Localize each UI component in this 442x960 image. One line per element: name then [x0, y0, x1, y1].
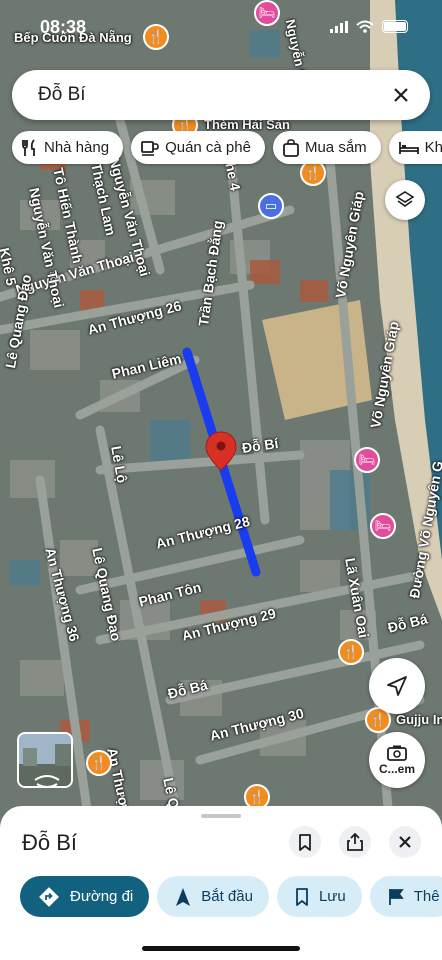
bookmark-icon [299, 833, 311, 851]
chip-label: Quán cà phê [165, 139, 251, 156]
directions-label: Đường đi [70, 888, 134, 905]
chip-cafes[interactable]: Quán cà phê [131, 131, 265, 164]
shopping-bag-icon [283, 138, 299, 157]
share-icon [347, 833, 363, 851]
share-button[interactable] [339, 826, 371, 858]
battery-icon [382, 20, 408, 33]
street-view-image [19, 734, 71, 786]
camera-icon [387, 745, 407, 761]
hotel-icon[interactable]: 🛏 [370, 513, 396, 539]
hotel-icon[interactable]: 🛏 [354, 447, 380, 473]
save-place-button[interactable] [289, 826, 321, 858]
restaurant-icon[interactable]: 🍴 [338, 639, 364, 665]
chip-label: Kh [424, 139, 442, 156]
camera-label: C...em [378, 761, 415, 776]
layers-button[interactable] [385, 180, 425, 220]
coffee-icon [141, 140, 159, 156]
search-bar[interactable]: Đỗ Bí [12, 70, 430, 120]
satellite-map[interactable]: Trần Bạch Đằng Võ Nguyên Giáp Võ Nguyên … [0, 0, 442, 830]
chip-label: Nhà hàng [44, 139, 110, 156]
cellular-signal-icon [330, 20, 348, 33]
chip-hotels[interactable]: Kh [388, 131, 442, 164]
label-label: Thê [413, 888, 440, 905]
status-bar: 08:38 [0, 0, 442, 56]
place-sheet[interactable]: Đỗ Bí Đường đi Bắt đầu Lưu Thê [0, 806, 442, 960]
start-button[interactable]: Bắt đầu [157, 876, 269, 917]
camera-button[interactable]: C...em [369, 732, 425, 788]
navigation-arrow-icon [387, 676, 407, 696]
restaurant-icon[interactable]: 🍴 [86, 750, 112, 776]
chip-restaurants[interactable]: Nhà hàng [12, 131, 124, 164]
bus-stop-icon[interactable]: ▭ [258, 193, 284, 219]
category-chips: Nhà hàng Quán cà phê Mua sắm Kh [12, 131, 442, 164]
wifi-icon [356, 20, 374, 33]
action-buttons: Đường đi Bắt đầu Lưu Thê [20, 876, 442, 917]
directions-icon [39, 886, 59, 907]
flag-icon [388, 888, 404, 905]
save-label: Lưu [318, 888, 346, 905]
my-location-button[interactable] [369, 658, 425, 714]
chip-label: Mua sắm [304, 139, 367, 156]
fork-knife-icon [22, 138, 35, 156]
close-sheet-button[interactable] [389, 826, 421, 858]
bed-icon [398, 141, 419, 154]
search-input[interactable]: Đỗ Bí [38, 84, 390, 106]
clock: 08:38 [40, 17, 87, 37]
label-button[interactable]: Thê [369, 876, 442, 917]
status-icons [330, 20, 408, 33]
home-indicator [142, 946, 300, 951]
bookmark-icon [296, 887, 308, 906]
sheet-drag-handle[interactable] [201, 814, 241, 818]
street-view-thumbnail[interactable] [17, 732, 73, 788]
directions-button[interactable]: Đường đi [20, 876, 150, 917]
poi-label[interactable]: Gujju In [396, 712, 442, 727]
chip-shopping[interactable]: Mua sắm [272, 131, 381, 164]
start-label: Bắt đầu [201, 888, 253, 905]
close-icon [399, 836, 411, 848]
place-title: Đỗ Bí [22, 830, 78, 855]
layers-icon [395, 191, 415, 207]
save-button[interactable]: Lưu [276, 876, 362, 917]
clear-search-icon[interactable] [390, 84, 412, 106]
navigation-arrow-icon [176, 887, 191, 906]
